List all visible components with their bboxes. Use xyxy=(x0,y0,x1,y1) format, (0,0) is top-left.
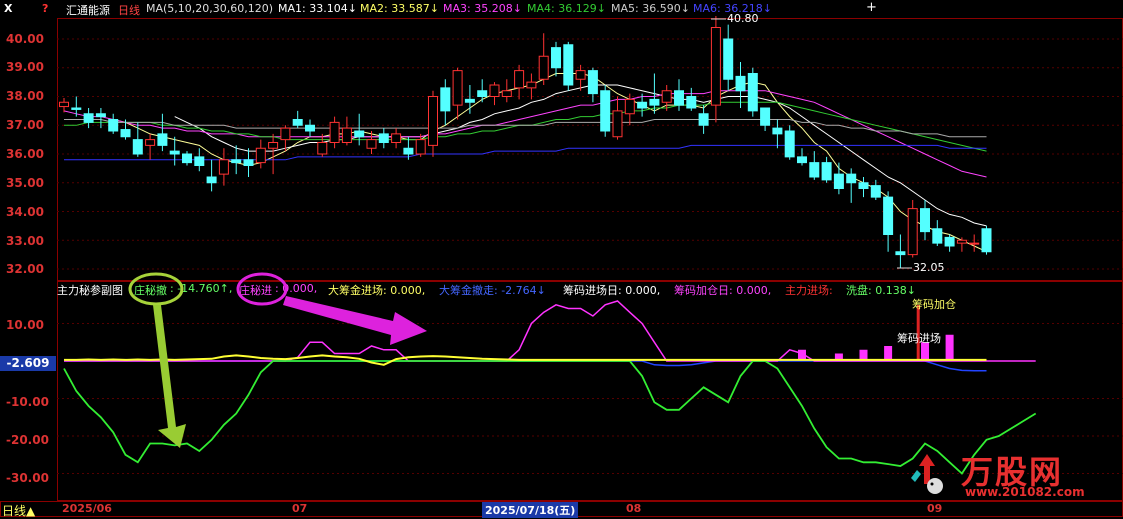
period-label: 日线 xyxy=(118,4,140,17)
price-tick: 33.00 xyxy=(6,234,44,248)
logo-mark xyxy=(905,450,953,498)
logo-url-text: www.201082.com xyxy=(965,485,1085,499)
chip-add-day: 筹码加仓日: 0.000, xyxy=(674,284,772,297)
stock-name: 汇通能源 xyxy=(66,4,110,17)
indicator-tick: -30.00 xyxy=(6,471,49,485)
brand-logo: 万股网 www.201082.com xyxy=(905,445,1120,500)
period-button[interactable]: 日线▲ xyxy=(2,502,35,519)
ma-params: MA(5,10,20,30,60,120) xyxy=(146,2,274,15)
close-icon[interactable]: X xyxy=(4,2,12,15)
big-money-out: 大筹金撤走: -2.764↓ xyxy=(439,284,546,297)
ma5-value: MA5: 36.590↓ xyxy=(611,2,690,15)
ma1-value: MA1: 33.104↓ xyxy=(278,2,357,15)
price-tick: 38.00 xyxy=(6,89,44,103)
zhuang-jin-label: 庄秘进 xyxy=(239,284,272,297)
high-price-label: 40.80 xyxy=(727,12,759,25)
price-tick: 39.00 xyxy=(6,60,44,74)
current-value-badge: -2.609 xyxy=(0,356,56,371)
price-tick: 34.00 xyxy=(6,205,44,219)
date-tick-selected: 2025/07/18(五) xyxy=(482,502,579,518)
date-tick: 08 xyxy=(626,502,642,515)
chip-add-callout: 筹码加仓 xyxy=(912,298,956,311)
price-tick: 36.00 xyxy=(6,147,44,161)
zhuang-jin-value: : 0.000, xyxy=(275,282,318,295)
help-icon[interactable]: ? xyxy=(42,2,48,15)
indicator-tick: 10.00 xyxy=(6,318,44,332)
date-tick: 09 xyxy=(927,502,943,515)
main-force-in: 主力进场: xyxy=(785,284,833,297)
price-tick: 40.00 xyxy=(6,32,44,46)
date-tick: 07 xyxy=(292,502,308,515)
low-price-label: 32.05 xyxy=(913,261,945,274)
indicator-tick: -10.00 xyxy=(6,395,49,409)
price-panel-frame xyxy=(57,18,1123,281)
ma3-value: MA3: 35.208↓ xyxy=(443,2,522,15)
price-tick: 32.00 xyxy=(6,262,44,276)
ma2-value: MA2: 33.587↓ xyxy=(360,2,439,15)
price-tick: 37.00 xyxy=(6,118,44,132)
price-tick: 35.00 xyxy=(6,176,44,190)
zhuang-che-label: 庄秘撤 xyxy=(134,284,167,297)
date-tick: 2025/06 xyxy=(62,502,112,515)
chart-header: X ? 汇通能源 日线 MA(5,10,20,30,60,120) MA1: 3… xyxy=(0,0,1123,18)
crosshair-icon: + xyxy=(866,0,877,15)
wash-value: 洗盘: 0.138↓ xyxy=(846,284,916,297)
chip-in-callout: 筹码进场 xyxy=(897,332,941,345)
zhuang-che-value: : -14.760↑, xyxy=(170,282,233,295)
chip-in-day: 筹码进场日: 0.000, xyxy=(563,284,661,297)
big-money-in: 大筹金进场: 0.000, xyxy=(328,284,426,297)
indicator-tick: -20.00 xyxy=(6,433,49,447)
indicator-header: 主力秘参副图 庄秘撤 : -14.760↑, 庄秘进 : 0.000, 大筹金进… xyxy=(57,281,1123,297)
indicator-name: 主力秘参副图 xyxy=(57,284,123,297)
ma4-value: MA4: 36.129↓ xyxy=(527,2,606,15)
